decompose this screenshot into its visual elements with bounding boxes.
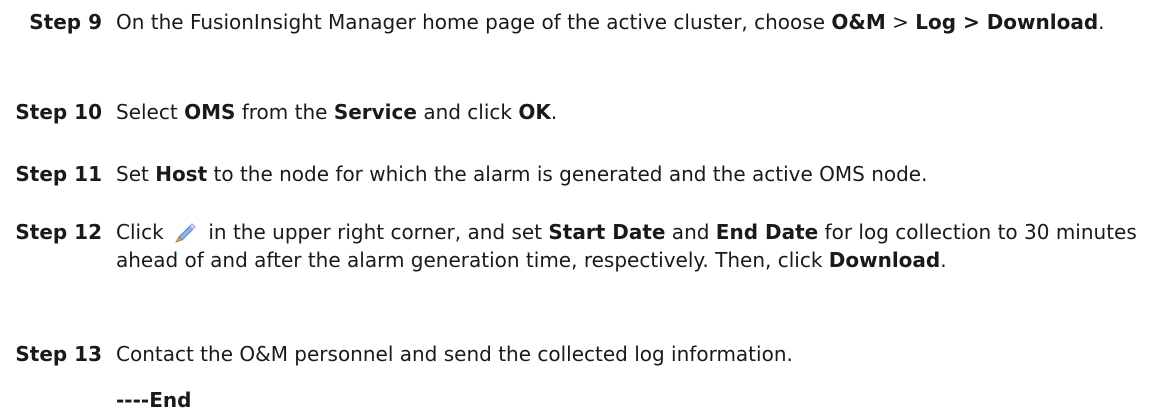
step-text: Select xyxy=(116,100,185,124)
step-text: > xyxy=(885,10,916,34)
bold-term: Start Date xyxy=(548,220,666,244)
step-text: . xyxy=(1098,10,1105,34)
procedure-steps: Step 9 On the FusionInsight Manager home… xyxy=(0,0,1167,420)
step-body: Set Host to the node for which the alarm… xyxy=(116,160,1159,188)
pencil-icon[interactable] xyxy=(172,218,198,244)
bold-term: Download xyxy=(828,248,941,272)
step-text: and click xyxy=(416,100,519,124)
step-body: Contact the O&M personnel and send the c… xyxy=(116,340,1159,368)
step-body: On the FusionInsight Manager home page o… xyxy=(116,8,1159,36)
step-label: Step 13 xyxy=(15,342,102,366)
bold-term: OK xyxy=(518,100,551,124)
step-label: Step 12 xyxy=(15,220,102,244)
step-text: Contact the O&M personnel and send the c… xyxy=(116,342,793,366)
bold-term: End Date xyxy=(715,220,819,244)
bold-term: OMS xyxy=(184,100,236,124)
step-text: . xyxy=(550,100,558,124)
step-text: and xyxy=(665,220,716,244)
step-text: in the upper right corner, and set xyxy=(202,220,549,244)
step-body: Select OMS from the Service and click OK… xyxy=(116,98,1159,126)
end-marker: ----End xyxy=(116,388,192,412)
bold-term: Log > Download xyxy=(915,10,1099,34)
bold-term: Host xyxy=(155,162,208,186)
bold-term: O&M xyxy=(831,10,886,34)
bold-term: Service xyxy=(333,100,417,124)
step-text: Set xyxy=(116,162,156,186)
step-text: to the node for which the alarm is gener… xyxy=(207,162,928,186)
step-text: from the xyxy=(235,100,334,124)
step-body: Click in the upper right corner, and set… xyxy=(116,218,1159,274)
step-text: Click xyxy=(116,220,171,244)
step-label: Step 9 xyxy=(29,10,102,34)
step-label: Step 10 xyxy=(15,100,102,124)
step-text: . xyxy=(940,248,947,272)
step-text: On the FusionInsight Manager home page o… xyxy=(116,10,832,34)
step-label: Step 11 xyxy=(15,162,102,186)
